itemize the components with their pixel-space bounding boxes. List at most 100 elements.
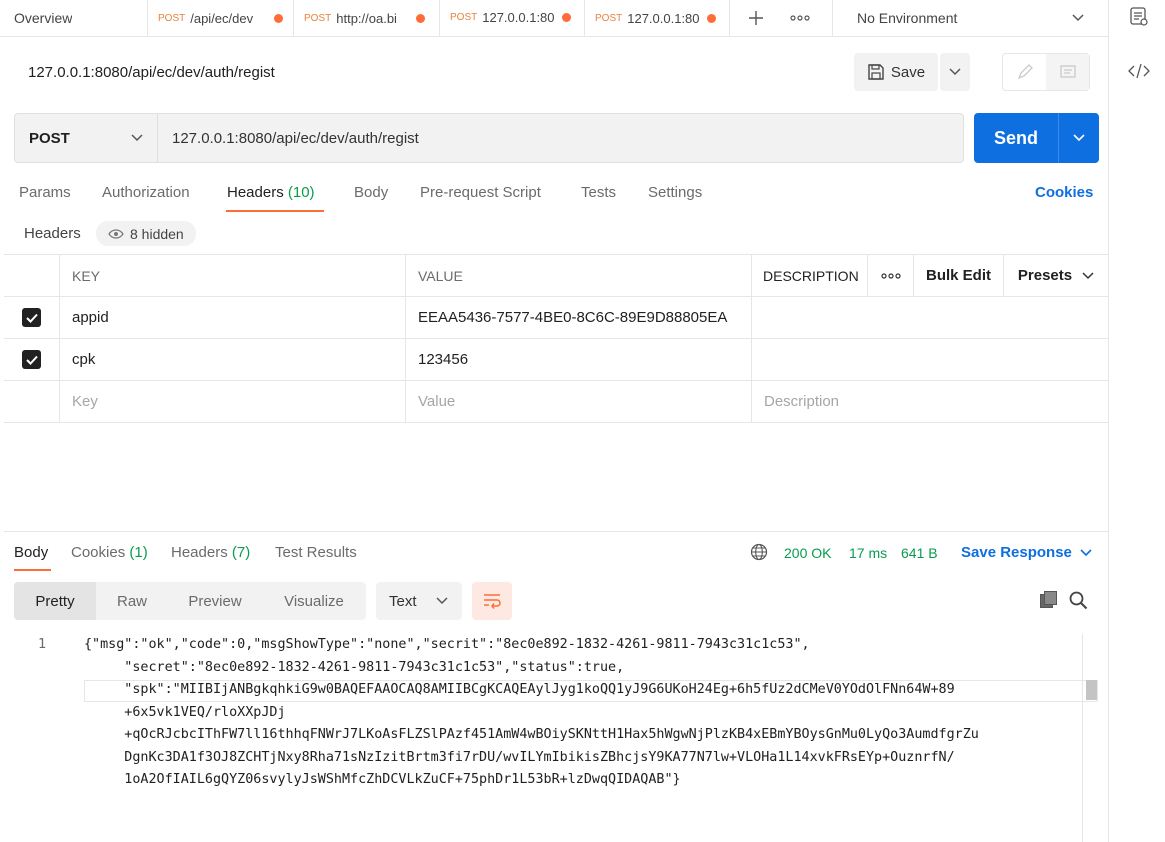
wrap-lines-button[interactable] (472, 582, 512, 620)
tab-options-more-icon[interactable] (788, 7, 812, 29)
response-divider[interactable] (4, 531, 1108, 532)
header-key-cell[interactable]: appid (60, 297, 406, 338)
globe-icon[interactable] (750, 543, 768, 564)
key-placeholder-input[interactable]: Key (60, 381, 406, 422)
request-title[interactable]: 127.0.0.1:8080/api/ec/dev/auth/regist (28, 64, 275, 81)
chevron-down-icon (131, 134, 143, 142)
tab-params[interactable]: Params (19, 184, 71, 201)
view-visualize-button[interactable]: Visualize (262, 582, 366, 620)
request-tab[interactable]: POST /api/ec/dev (148, 0, 294, 36)
tab-count: (10) (287, 184, 315, 201)
tab-label: Settings (648, 184, 703, 201)
bulk-edit-button[interactable]: Bulk Edit (914, 255, 1004, 296)
response-tab-cookies[interactable]: Cookies (1) (71, 544, 148, 561)
save-response-button[interactable]: Save Response (961, 544, 1092, 561)
tab-authorization[interactable]: Authorization (102, 184, 190, 201)
chevron-down-icon (436, 597, 448, 605)
tab-label: Test Results (275, 544, 357, 561)
response-tab-body[interactable]: Body (14, 544, 48, 561)
value-placeholder-input[interactable]: Value (406, 381, 752, 422)
editor-scrollbar-thumb[interactable] (1086, 680, 1097, 700)
active-tab-indicator (226, 210, 324, 212)
header-description-cell[interactable] (752, 339, 1108, 380)
checkmark-icon (22, 308, 41, 327)
value-column-header: VALUE (406, 255, 752, 296)
view-preview-button[interactable]: Preview (168, 582, 262, 620)
cookies-link[interactable]: Cookies (1035, 184, 1093, 201)
tab-label: Tests (581, 184, 617, 201)
headers-table: KEY VALUE DESCRIPTION Bulk Edit Presets … (4, 254, 1108, 423)
send-options-dropdown[interactable] (1058, 113, 1099, 163)
code-line: {"msg":"ok","code":0,"msgShowType":"none… (84, 637, 810, 652)
url-input[interactable]: 127.0.0.1:8080/api/ec/dev/auth/regist (158, 113, 964, 163)
view-pretty-button[interactable]: Pretty (14, 582, 96, 620)
row-checkbox[interactable] (4, 297, 60, 338)
format-label: Text (389, 592, 417, 610)
edit-pencil-icon[interactable] (1003, 54, 1046, 90)
response-time[interactable]: 17 ms (849, 545, 887, 561)
hidden-count-label: 8 hidden (130, 225, 184, 242)
response-tab-headers[interactable]: Headers (7) (171, 544, 250, 561)
table-row: cpk 123456 (4, 339, 1108, 381)
response-body-editor[interactable]: {"msg":"ok","code":0,"msgShowType":"none… (84, 634, 1080, 792)
format-select[interactable]: Text (376, 582, 462, 620)
save-button[interactable]: Save (854, 53, 938, 91)
environment-selector[interactable]: No Environment (832, 0, 1108, 36)
edit-docs-toggle (1002, 53, 1090, 91)
tab-label: /api/ec/dev (190, 10, 254, 26)
response-tab-test-results[interactable]: Test Results (275, 544, 357, 561)
comments-icon[interactable] (1046, 54, 1089, 90)
request-tab-active[interactable]: POST 127.0.0.1:80 (440, 0, 585, 36)
tab-label: Overview (14, 10, 73, 26)
environment-quick-look-icon[interactable] (1129, 6, 1149, 31)
request-tab[interactable]: POST 127.0.0.1:80 (585, 0, 730, 36)
header-description-cell[interactable] (752, 297, 1108, 338)
tab-label: Authorization (102, 184, 190, 201)
tab-method: POST (158, 12, 186, 24)
header-value-cell[interactable]: 123456 (406, 339, 752, 380)
save-options-dropdown[interactable] (940, 53, 970, 91)
description-header-group: DESCRIPTION Bulk Edit Presets (752, 255, 1108, 296)
tab-tests[interactable]: Tests (581, 184, 616, 201)
send-button[interactable]: Send (974, 113, 1058, 163)
tab-label: Headers (227, 184, 284, 201)
header-key-cell[interactable]: cpk (60, 339, 406, 380)
tab-label: Headers (171, 544, 228, 561)
row-checkbox[interactable] (4, 339, 60, 380)
method-select[interactable]: POST (14, 113, 158, 163)
tab-pre-request-script[interactable]: Pre-request Script (420, 184, 541, 201)
save-response-label: Save Response (961, 544, 1072, 561)
unsaved-dot-icon (416, 13, 426, 23)
right-sidebar (1108, 0, 1165, 842)
hidden-headers-toggle[interactable]: 8 hidden (96, 221, 196, 246)
response-status[interactable]: 200 OK (784, 545, 831, 561)
description-placeholder-input[interactable]: Description (752, 381, 1108, 422)
copy-icon[interactable] (1039, 590, 1059, 613)
code-snippet-icon[interactable] (1128, 62, 1150, 83)
tab-label: Cookies (71, 544, 126, 561)
response-size[interactable]: 641 B (901, 545, 938, 561)
checkmark-icon (22, 350, 41, 369)
tab-headers[interactable]: Headers (10) (227, 184, 315, 201)
new-tab-plus-icon[interactable] (745, 7, 767, 29)
unsaved-dot-icon (562, 13, 572, 22)
header-value-cell[interactable]: EEAA5436-7577-4BE0-8C6C-89E9D88805EA (406, 297, 752, 338)
tab-label: Body (354, 184, 389, 201)
tab-body[interactable]: Body (354, 184, 388, 201)
search-icon[interactable] (1069, 591, 1088, 613)
save-icon (868, 64, 884, 80)
view-raw-button[interactable]: Raw (96, 582, 168, 620)
tab-count: (7) (231, 544, 251, 561)
tab-label: Params (19, 184, 71, 201)
response-view-selector: Pretty Raw Preview Visualize (14, 582, 366, 620)
editor-scrollbar-track[interactable] (1082, 634, 1083, 842)
request-tab[interactable]: POST http://oa.bi (294, 0, 440, 36)
description-column-header: DESCRIPTION (752, 255, 868, 296)
presets-dropdown[interactable]: Presets (1004, 255, 1108, 296)
column-options-more-icon[interactable] (868, 255, 914, 296)
tab-label: Pre-request Script (420, 184, 541, 201)
tab-settings[interactable]: Settings (648, 184, 702, 201)
presets-label: Presets (1017, 267, 1073, 284)
active-response-tab-indicator (14, 569, 51, 571)
tab-overview[interactable]: Overview (0, 0, 148, 36)
